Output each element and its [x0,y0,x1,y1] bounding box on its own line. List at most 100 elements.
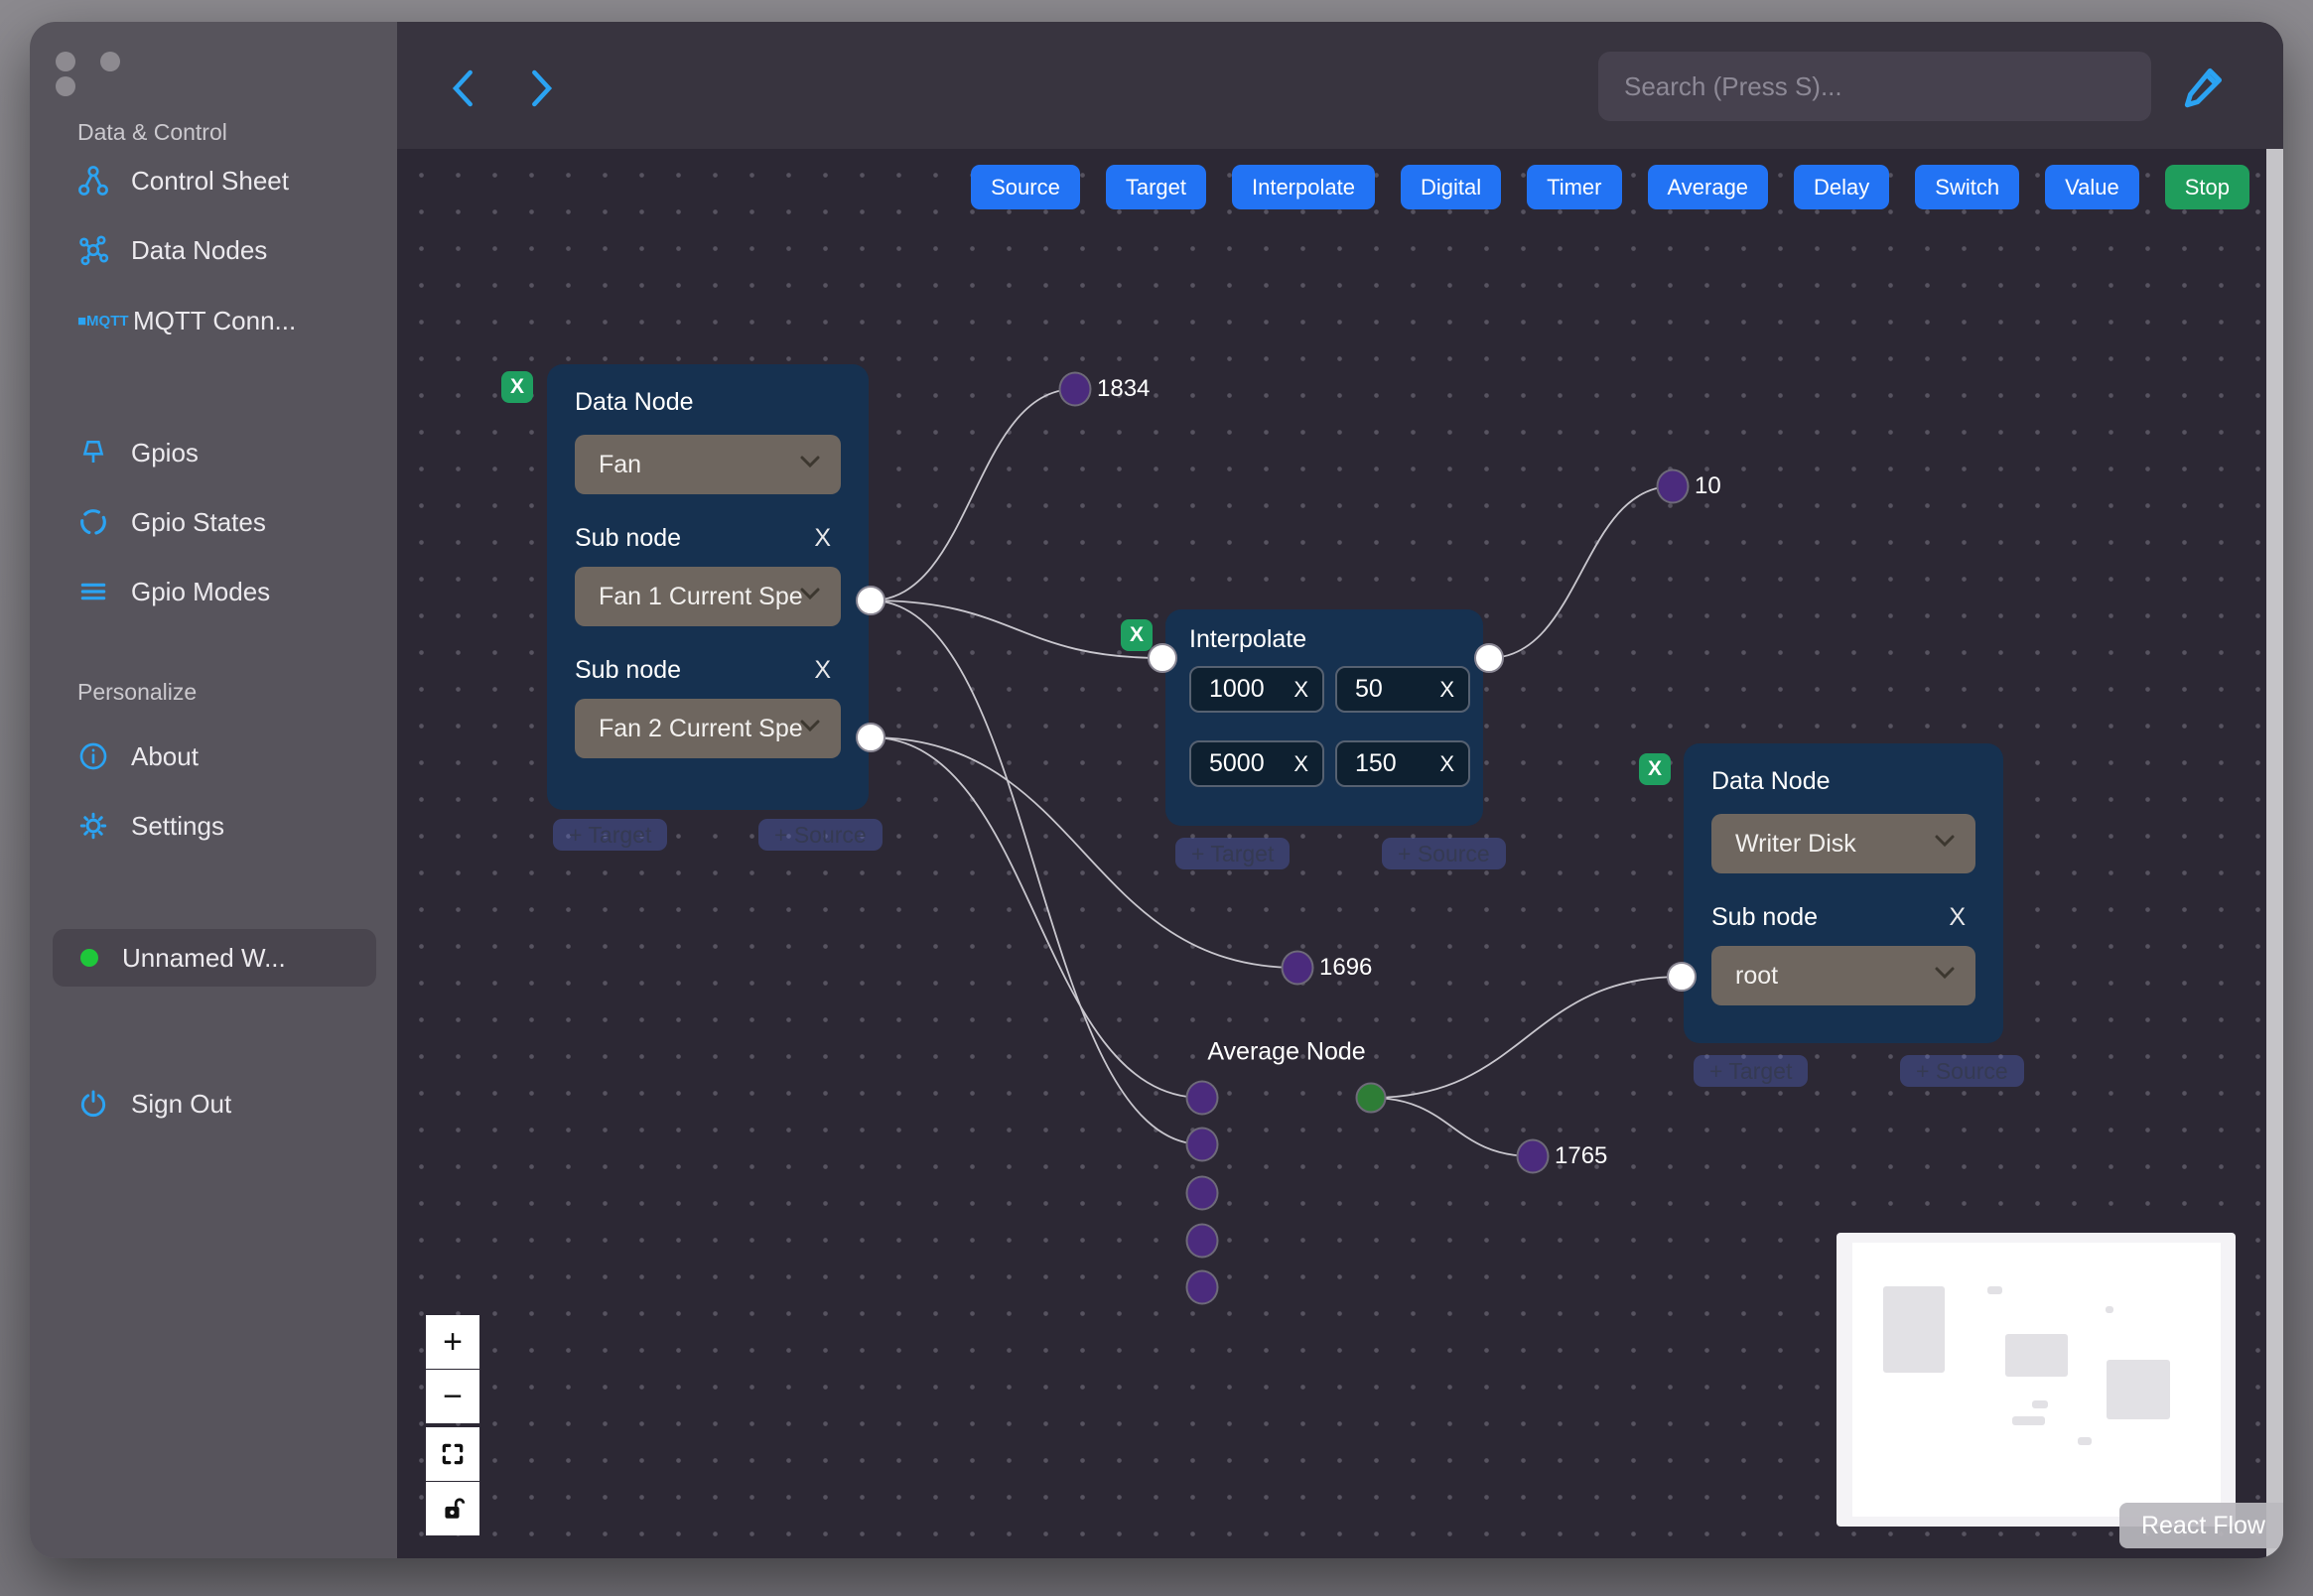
edge-fan1-to-interpolate[interactable] [870,599,1163,659]
zoom-in-button[interactable]: + [426,1315,479,1369]
fan-data-node[interactable]: Data Node Fan Sub node X Fan 1 Current S… [547,364,869,810]
fan-add-target-button[interactable]: + Target [553,819,668,851]
flow-canvas[interactable]: Source Target Interpolate Digital Timer … [397,149,2283,1558]
window-zoom-button[interactable] [56,76,75,96]
average-output-handle[interactable] [1355,1082,1387,1114]
fan-sub2-select[interactable]: Fan 2 Current Spe [575,699,841,758]
edge-value-label: 1834 [1097,375,1151,402]
chevron-down-icon [800,588,820,600]
sidebar-item-gpio-states[interactable]: Gpio States [77,506,266,538]
writer-data-node[interactable]: Data Node Writer Disk Sub node X root [1684,743,2003,1043]
interpolate-input-1[interactable]: 1000 X [1189,666,1324,713]
writer-node-delete-button[interactable]: X [1639,753,1671,785]
interpolate-add-source-button[interactable]: + Source [1382,838,1506,869]
interpolate-target-handle[interactable] [1148,643,1177,673]
info-icon [79,742,107,770]
stop-button[interactable]: Stop [2164,165,2249,209]
clear-input-button[interactable]: X [1439,677,1454,703]
edge-average-to-1765[interactable] [1370,1097,1534,1157]
add-interpolate-node-button[interactable]: Interpolate [1231,165,1375,209]
sidebar-item-mqtt-connections[interactable]: ■MQTT MQTT Conn... [77,306,296,336]
sidebar-item-settings[interactable]: Settings [77,810,224,842]
writer-sub-select[interactable]: root [1711,946,1975,1005]
fan-sub2-source-handle[interactable] [856,723,885,752]
sidebar-item-label: Gpios [131,437,199,467]
edit-pencil-icon[interactable] [2179,60,2231,113]
writer-type-select[interactable]: Writer Disk [1711,814,1975,873]
graph-nodes-icon [79,235,109,266]
writer-add-source-button[interactable]: + Source [1900,1055,2024,1087]
interpolate-node[interactable]: Interpolate 1000 X 50 X 5000 X 150 X [1165,609,1483,826]
window-close-button[interactable] [56,52,75,71]
back-button[interactable] [447,68,480,108]
sidebar-item-gpio-modes[interactable]: Gpio Modes [77,576,270,607]
add-switch-node-button[interactable]: Switch [1915,165,2020,209]
chevron-down-icon [1935,835,1955,848]
sidebar-item-control-sheet[interactable]: Control Sheet [77,165,289,197]
clear-input-button[interactable]: X [1293,751,1308,777]
value-dot-1696[interactable] [1281,950,1314,986]
interpolate-add-target-button[interactable]: + Target [1175,838,1291,869]
add-timer-node-button[interactable]: Timer [1527,165,1622,209]
value-dot-10[interactable] [1656,468,1690,504]
zoom-out-button[interactable]: − [426,1370,479,1423]
forward-button[interactable] [524,68,558,108]
remove-sub-node-button[interactable]: X [1949,903,1975,932]
node-title: Data Node [575,388,694,416]
clear-input-button[interactable]: X [1439,751,1454,777]
average-input-handle-3[interactable] [1185,1175,1219,1211]
fit-view-button[interactable] [426,1427,479,1481]
fan-sub1-select[interactable]: Fan 1 Current Spe [575,567,841,626]
fan-add-source-button[interactable]: + Source [758,819,883,851]
add-digital-node-button[interactable]: Digital [1400,165,1502,209]
writer-target-handle[interactable] [1667,962,1697,992]
sidebar-item-gpios[interactable]: Gpios [77,437,199,468]
edge-interpolate-to-10[interactable] [1488,485,1674,659]
remove-sub-node-button[interactable]: X [814,524,841,553]
remove-sub-node-button[interactable]: X [814,656,841,685]
edge-value-label: 1765 [1555,1142,1608,1169]
interpolate-input-2[interactable]: 50 X [1335,666,1470,713]
lock-toggle-button[interactable] [426,1482,479,1535]
average-input-handle-1[interactable] [1185,1080,1219,1116]
value-dot-1834[interactable] [1058,371,1092,407]
input-value: 5000 [1209,749,1265,777]
add-average-node-button[interactable]: Average [1647,165,1769,209]
minimap[interactable] [1837,1233,2236,1527]
edge-average-to-writer[interactable] [1370,976,1683,1099]
writer-add-target-button[interactable]: + Target [1694,1055,1809,1087]
mqtt-icon: ■MQTT [77,313,129,330]
select-value: root [1735,961,1779,990]
value-dot-1765[interactable] [1516,1138,1550,1174]
search-input[interactable] [1598,52,2151,121]
add-target-node-button[interactable]: Target [1105,165,1206,209]
window-minimize-button[interactable] [100,52,121,71]
vertical-scrollbar[interactable] [2266,149,2283,1558]
interpolate-node-delete-button[interactable]: X [1121,619,1153,651]
interpolate-input-3[interactable]: 5000 X [1189,740,1324,787]
add-source-node-button[interactable]: Source [971,165,1080,209]
select-value: Fan 2 Current Spe [599,714,803,742]
sidebar-item-workspace[interactable]: Unnamed W... [53,929,376,987]
fan-type-select[interactable]: Fan [575,435,841,494]
fan-node-delete-button[interactable]: X [501,371,533,403]
fan-sub1-source-handle[interactable] [856,586,885,615]
sidebar-item-data-nodes[interactable]: Data Nodes [77,234,267,266]
average-input-handle-5[interactable] [1185,1269,1219,1305]
edge-fan1-to-1834[interactable] [870,388,1076,601]
clear-input-button[interactable]: X [1293,677,1308,703]
sidebar-item-sign-out[interactable]: Sign Out [77,1088,231,1120]
sub-node-label: Sub node [575,524,682,552]
chevron-down-icon [800,720,820,732]
interpolate-input-4[interactable]: 150 X [1335,740,1470,787]
average-input-handle-2[interactable] [1185,1127,1219,1162]
average-input-handle-4[interactable] [1185,1223,1219,1259]
sidebar-item-about[interactable]: About [77,740,199,772]
select-value: Writer Disk [1735,829,1856,858]
edge-fan1-to-average[interactable] [870,599,1203,1145]
interpolate-source-handle[interactable] [1474,643,1504,673]
add-delay-node-button[interactable]: Delay [1794,165,1890,209]
add-value-node-button[interactable]: Value [2045,165,2139,209]
dashed-circle-icon [80,509,106,535]
sidebar-section-personalize: Personalize [77,679,198,705]
